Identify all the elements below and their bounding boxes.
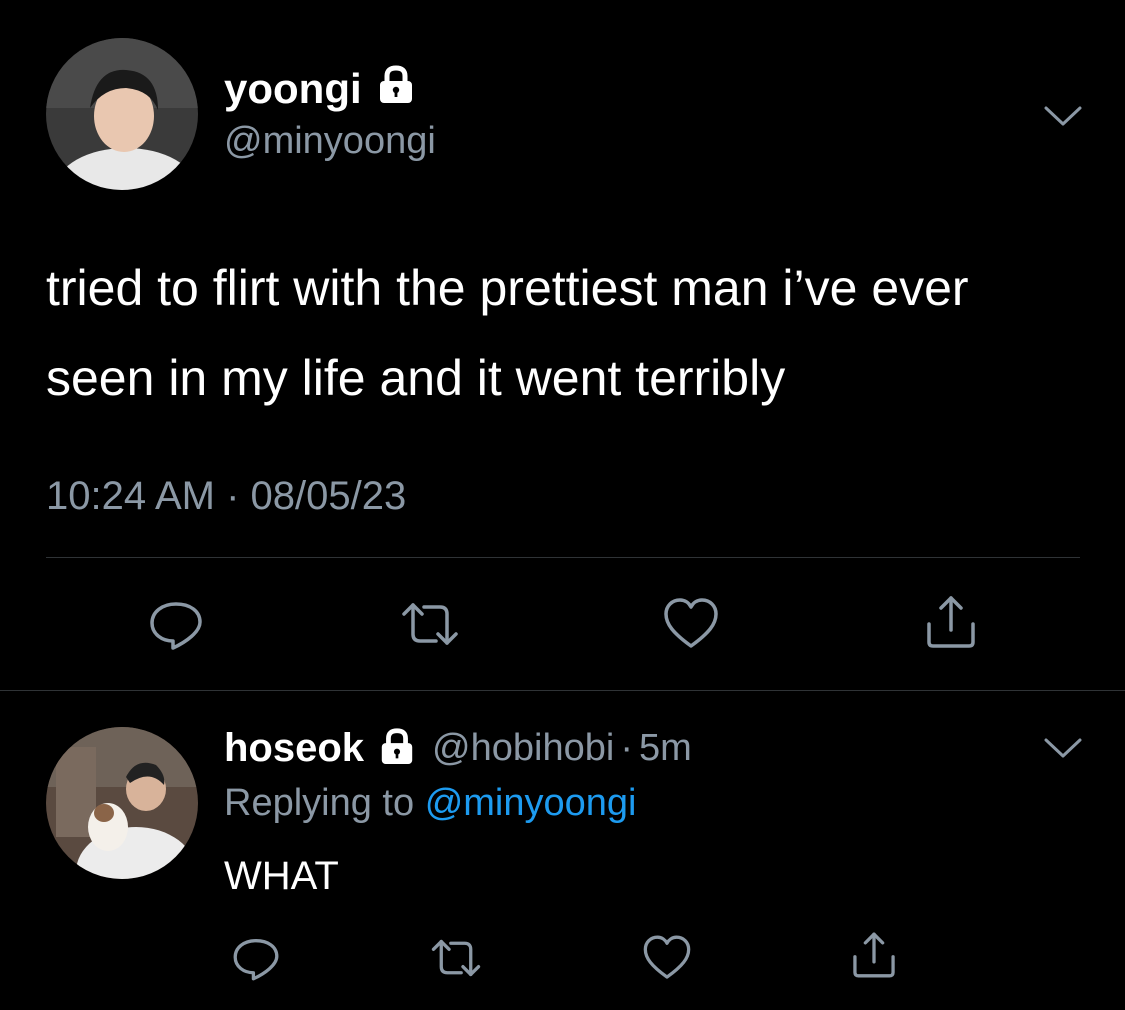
main-tweet-handle[interactable]: @minyoongi xyxy=(224,120,436,163)
reply-icon[interactable] xyxy=(230,932,282,984)
divider xyxy=(0,690,1125,691)
chevron-down-icon[interactable] xyxy=(1043,104,1083,128)
like-icon[interactable] xyxy=(661,594,721,654)
like-icon[interactable] xyxy=(641,932,693,984)
mention-link[interactable]: @minyoongi xyxy=(425,782,637,824)
reply-display-name[interactable]: hoseok xyxy=(224,726,364,771)
main-tweet-name[interactable]: yoongi xyxy=(224,64,418,114)
tweet-timestamp[interactable]: 10:24 AM · 08/05/23 xyxy=(46,474,406,519)
replying-label: Replying to xyxy=(224,782,415,824)
avatar-reply-user[interactable] xyxy=(46,727,198,879)
retweet-icon[interactable] xyxy=(430,932,482,984)
avatar-main-user[interactable] xyxy=(46,38,198,190)
share-icon[interactable] xyxy=(921,592,981,652)
reply-time[interactable]: 5m xyxy=(639,727,692,770)
lock-icon xyxy=(376,727,418,770)
divider xyxy=(46,557,1080,558)
reply-text: WHAT xyxy=(224,854,339,898)
display-name: yoongi xyxy=(224,65,362,112)
retweet-icon[interactable] xyxy=(400,594,460,654)
lock-icon xyxy=(374,64,418,114)
reply-header: hoseok @hobihobi · 5m xyxy=(224,722,692,774)
reply-handle[interactable]: @hobihobi xyxy=(432,727,614,770)
separator-dot: · xyxy=(620,726,633,769)
share-icon[interactable] xyxy=(848,929,900,981)
replying-to-line: Replying to @minyoongi xyxy=(224,782,636,825)
tweet-text: tried to flirt with the prettiest man i’… xyxy=(46,260,969,406)
reply-icon[interactable] xyxy=(146,594,206,654)
chevron-down-icon[interactable] xyxy=(1043,736,1083,760)
